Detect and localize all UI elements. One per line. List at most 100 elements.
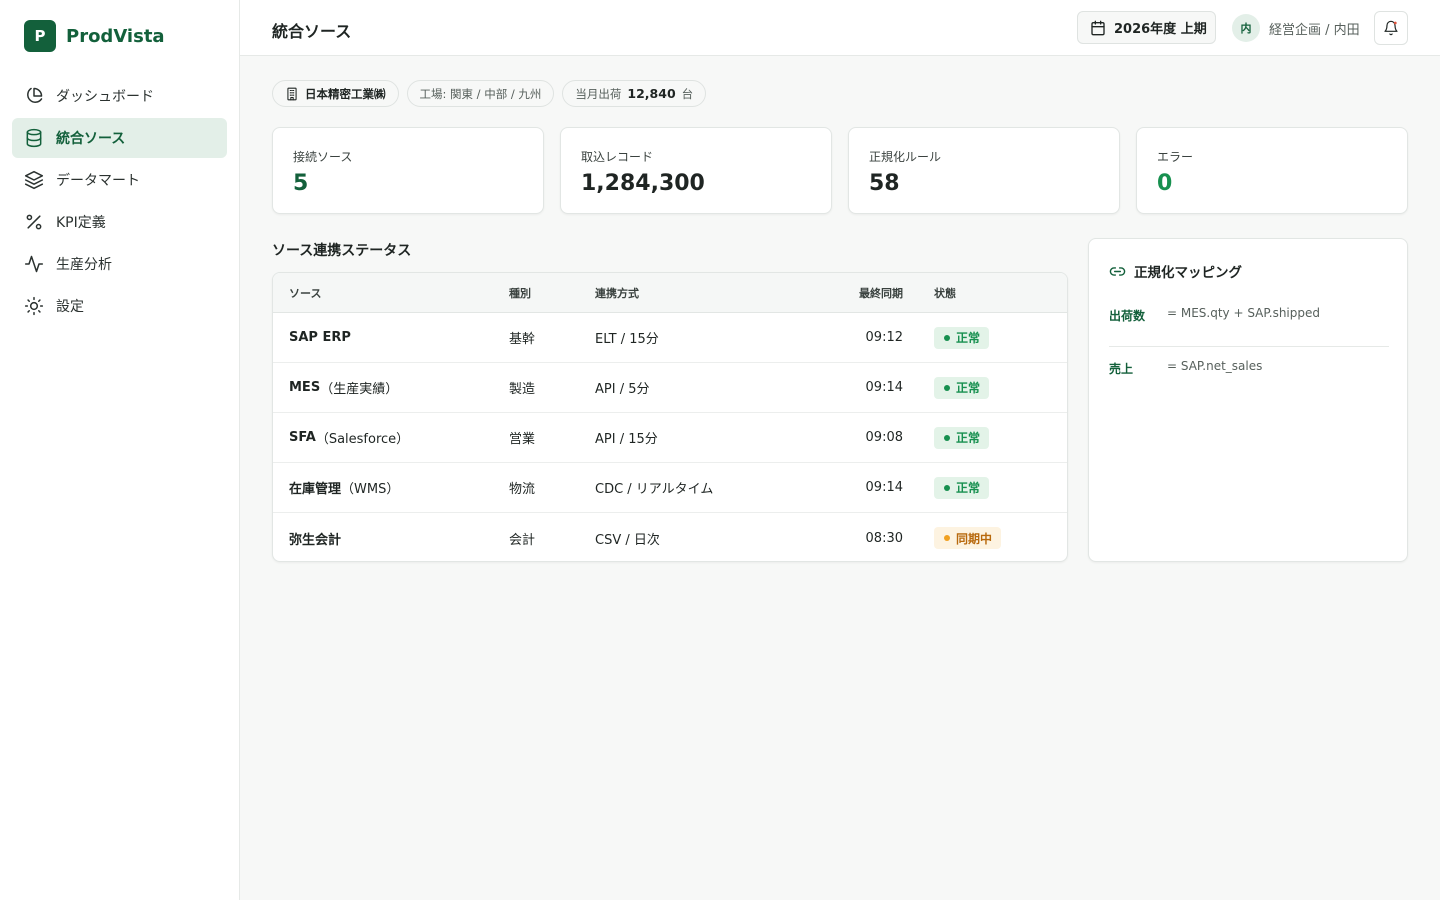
status-label: 正常 [956,331,981,345]
stat-label: エラー [1157,150,1194,164]
sidebar-item-dashboard[interactable]: ダッシュボード [12,76,227,116]
stat-card-errors: エラー 0 [1136,127,1408,214]
shipment-chip: 当月出荷 12,840 台 [562,80,707,107]
status-label: 正常 [956,381,981,395]
status-badge: 正常 [934,426,990,449]
database-icon [26,128,42,148]
stat-label: 正規化ルール [869,150,942,164]
table-row[interactable]: SAP ERP 基幹 ELT / 15分 09:12 正常 [273,313,1067,363]
period-selector[interactable]: 2026年度 上期 [1077,11,1216,44]
sidebar-nav: ダッシュボード 統合ソース データマート KPI定義 生産分析 設定 [12,76,227,328]
user-menu[interactable]: 内 経営企画 / 内田 [1232,14,1360,42]
cell-status: 正常 [934,313,990,362]
cell-status: 同期中 [934,513,1002,561]
cell-source: SAP ERP [289,313,351,362]
cell-source: 弥生会計 [289,513,342,561]
mapping-title-label: 正規化マッピング [1134,265,1242,281]
notifications-button[interactable] [1374,11,1408,45]
column-header-mode[interactable]: 連携方式 [595,273,639,312]
column-header-type[interactable]: 種別 [509,273,531,312]
source-name: SAP ERP [289,330,351,345]
cell-type: 物流 [509,482,536,497]
user-name: 経営企画 / 内田 [1269,22,1360,38]
stats-row: 接続ソース 5 取込レコード 1,284,300 正規化ルール 58 エラー 0 [272,127,1408,214]
table-row[interactable]: 在庫管理 （WMS） 物流 CDC / リアルタイム 09:14 正常 [273,463,1067,513]
company-chip[interactable]: 日本精密工業㈱ [272,80,399,107]
layers-icon [24,170,44,190]
cell-status: 正常 [934,463,990,512]
mapping-key: 出荷数 [1109,309,1146,323]
sun-settings-icon [24,296,44,316]
status-label: 正常 [956,481,981,495]
status-badge: 同期中 [934,527,1002,549]
cell-mode: ELT / 15分 [595,332,659,347]
sidebar-item-settings[interactable]: 設定 [12,286,227,326]
cell-status: 正常 [934,363,990,412]
cell-last-sync: 09:14 [865,480,903,495]
table-header: ソース 種別 連携方式 最終同期 状態 [273,273,1067,313]
status-label: 正常 [956,431,981,445]
status-dot [944,535,950,541]
stat-value: 58 [869,171,900,196]
shipment-unit: 台 [681,86,694,101]
cell-source: SFA （Salesforce） [289,413,409,462]
divider [1109,346,1389,347]
plants-chip[interactable]: 工場: 関東 / 中部 / 九州 [406,80,555,107]
sidebar-item-integrated-sources[interactable]: 統合ソース [12,118,227,158]
calendar-icon [1091,20,1105,35]
cell-type: 営業 [509,432,536,447]
page-title: 統合ソース [272,22,352,41]
sidebar-item-label: 設定 [56,299,84,315]
status-badge: 正常 [934,476,990,499]
table-row[interactable]: SFA （Salesforce） 営業 API / 15分 09:08 正常 [273,413,1067,463]
source-name: 弥生会計 [289,532,342,548]
company-name: 日本精密工業㈱ [305,86,386,101]
stat-card-rules: 正規化ルール 58 [848,127,1120,214]
source-detail: （WMS） [341,482,400,497]
column-header-last-sync[interactable]: 最終同期 [833,273,903,312]
sidebar-item-datamart[interactable]: データマート [12,160,227,200]
brand-name: ProdVista [66,25,165,47]
status-dot [944,334,950,341]
status-dot [944,434,950,441]
sidebar-item-kpi[interactable]: KPI定義 [12,202,227,242]
source-name: MES [289,380,321,395]
cell-last-sync: 09:12 [865,330,903,345]
status-dot [944,384,950,391]
source-detail: （Salesforce） [315,432,410,447]
cell-mode: CSV / 日次 [595,532,660,548]
stat-value: 5 [293,171,309,196]
shipment-value: 12,840 [627,86,676,101]
activity-icon [24,255,44,273]
mapping-value: = MES.qty + SAP.shipped [1167,306,1320,320]
table-row[interactable]: MES （生産実績） 製造 API / 5分 09:14 正常 [273,363,1067,413]
cell-mode: API / 15分 [595,432,658,447]
cell-mode: API / 5分 [595,382,650,397]
stat-label: 接続ソース [293,150,353,164]
section-title: ソース連携ステータス [272,243,412,259]
status-badge: 正常 [934,376,990,399]
source-name: 在庫管理 [289,482,342,497]
brand-logo: P [24,20,56,52]
cell-last-sync: 08:30 [865,530,903,546]
sidebar: P ProdVista ダッシュボード 統合ソース データマート KPI定義 生… [0,0,240,900]
link-icon [1109,266,1126,276]
column-header-source[interactable]: ソース [289,273,321,312]
source-name: SFA [289,430,316,445]
table-row[interactable]: 弥生会計 会計 CSV / 日次 08:30 同期中 [273,513,1067,561]
cell-last-sync: 09:14 [865,380,903,395]
table-body: SAP ERP 基幹 ELT / 15分 09:12 正常 MES （生産実績） 製造 API … [273,313,1067,561]
sidebar-item-label: KPI定義 [56,215,106,231]
sidebar-item-label: 生産分析 [56,257,112,273]
context-chips: 日本精密工業㈱ 工場: 関東 / 中部 / 九州 当月出荷 12,840 台 [272,80,1408,107]
cell-type: 基幹 [509,332,536,347]
percent-icon [26,214,42,230]
column-header-status[interactable]: 状態 [934,273,956,312]
sidebar-item-production-analysis[interactable]: 生産分析 [12,244,227,284]
plants-label: 工場: 関東 / 中部 / 九州 [419,86,542,101]
brand[interactable]: P ProdVista [24,20,165,52]
mapping-card: 正規化マッピング 出荷数 = MES.qty + SAP.shipped 売上 … [1088,238,1408,562]
pie-chart-icon [27,87,43,103]
mapping-key: 売上 [1109,362,1134,376]
stat-value: 1,284,300 [581,171,705,196]
